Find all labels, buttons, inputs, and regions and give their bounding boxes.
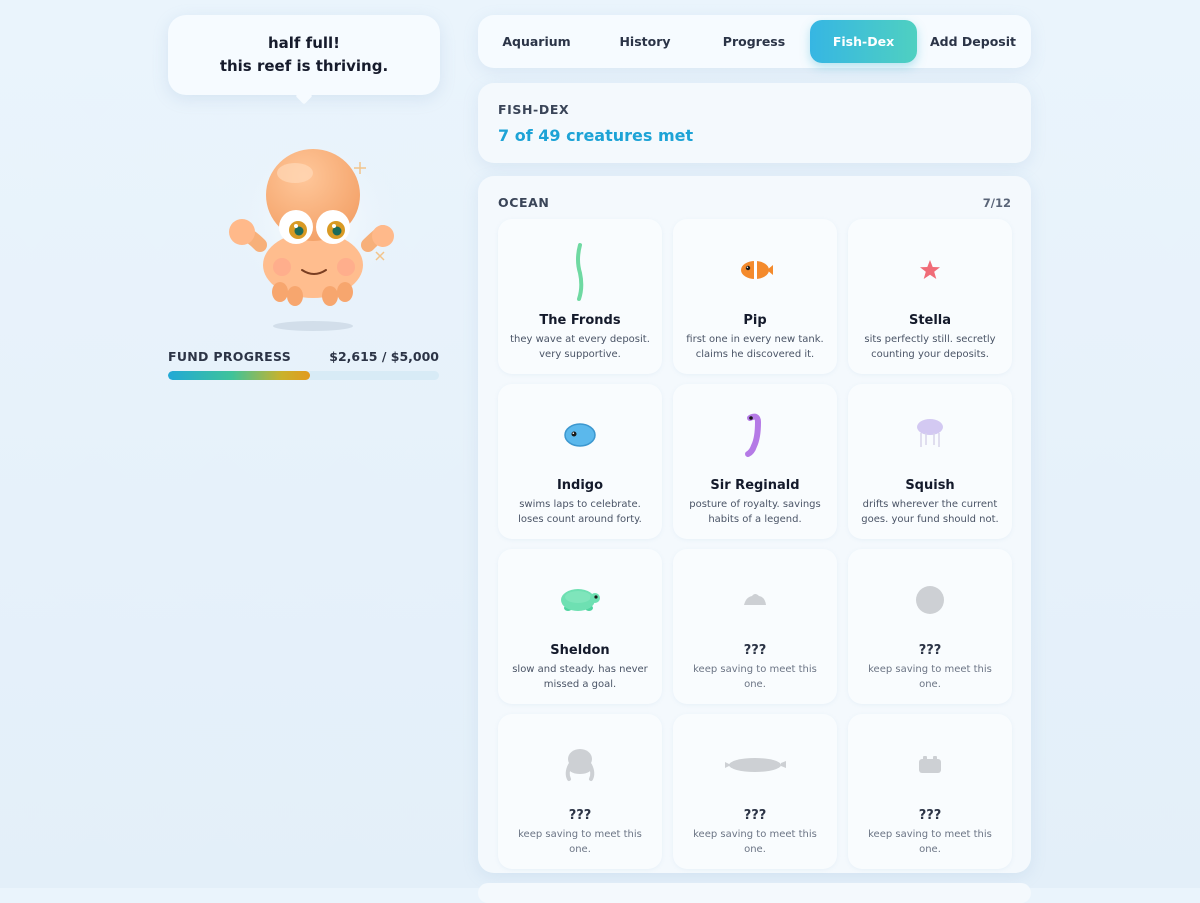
creature-desc: keep saving to meet this one. [693, 829, 817, 855]
creature-name: ??? [918, 643, 942, 658]
fund-progress-bar [168, 371, 439, 380]
creature-desc: posture of royalty. savings habits of a … [689, 499, 821, 525]
fund-progress-fill [168, 371, 310, 380]
ocean-section: OCEAN 7/12 The Fronds they wave at every… [478, 176, 1031, 873]
creature-desc: keep saving to meet this one. [868, 664, 992, 690]
fishdex-creature-count: 7 of 49 creatures met [498, 126, 694, 145]
ocean-count: 7/12 [982, 196, 1011, 210]
creature-grid: The Fronds they wave at every deposit. v… [498, 219, 1012, 869]
creature-name: ??? [743, 808, 767, 823]
turtle-icon [561, 589, 600, 611]
creature-card[interactable]: Squish drifts wherever the current goes.… [848, 384, 1012, 539]
seahorse-icon [745, 413, 762, 457]
creature-name: ??? [743, 643, 767, 658]
creature-desc: keep saving to meet this one. [868, 829, 992, 855]
creature-card[interactable]: Sheldon slow and steady. has never misse… [498, 549, 662, 704]
creature-card[interactable]: The Fronds they wave at every deposit. v… [498, 219, 662, 374]
blue-fish-icon [564, 423, 596, 447]
fund-progress-amount: $2,615 / $5,000 [329, 349, 439, 364]
creature-desc: slow and steady. has never missed a goal… [512, 664, 648, 690]
creature-card[interactable]: Pip first one in every new tank. claims … [673, 219, 837, 374]
fund-progress-label: FUND PROGRESS [168, 349, 292, 364]
tab-history[interactable]: History [591, 20, 699, 63]
creature-desc: first one in every new tank. claims he d… [686, 334, 824, 360]
creature-desc: drifts wherever the current goes. your f… [861, 499, 999, 525]
locked-shark-icon [725, 758, 786, 772]
creature-card[interactable]: Sir Reginald posture of royalty. savings… [673, 384, 837, 539]
clownfish-icon [741, 261, 773, 279]
tab-progress[interactable]: Progress [700, 20, 808, 63]
jellyfish-icon [917, 419, 943, 447]
creature-name: Indigo [556, 478, 604, 493]
creature-desc: keep saving to meet this one. [693, 664, 817, 690]
creature-name: Sir Reginald [710, 478, 800, 493]
speech-line-2: this reef is thriving. [219, 57, 389, 75]
creature-desc: they wave at every deposit. very support… [510, 334, 650, 360]
locked-crab-icon [919, 756, 941, 773]
creature-name: Pip [743, 313, 767, 328]
fishdex-title: FISH-DEX [498, 102, 570, 117]
creature-desc: sits perfectly still. secretly counting … [864, 334, 996, 360]
fishdex-header-card: FISH-DEX 7 of 49 creatures met [478, 83, 1031, 163]
tab-aquarium[interactable]: Aquarium [483, 20, 590, 63]
creature-card-locked[interactable]: ??? keep saving to meet this one. [673, 549, 837, 704]
creature-name: Sheldon [550, 643, 610, 658]
creature-name: Squish [905, 478, 955, 493]
creature-card-locked[interactable]: ??? keep saving to meet this one. [673, 714, 837, 869]
creature-name: The Fronds [539, 313, 621, 328]
creature-card[interactable]: Stella sits perfectly still. secretly co… [848, 219, 1012, 374]
tab-add-deposit[interactable]: Add Deposit [919, 20, 1027, 63]
creature-name: Stella [908, 313, 952, 328]
ocean-title: OCEAN [498, 195, 550, 210]
creature-name: ??? [568, 808, 592, 823]
tab-bar: Aquarium History Progress Fish-Dex Add D… [478, 15, 1031, 68]
next-section-card [478, 883, 1031, 903]
locked-octopus-icon [565, 749, 595, 781]
starfish-icon [920, 260, 940, 279]
creature-desc: keep saving to meet this one. [518, 829, 642, 855]
speech-line-1: half full! [267, 34, 341, 52]
creature-card[interactable]: Indigo swims laps to celebrate. loses co… [498, 384, 662, 539]
seaweed-icon [576, 243, 584, 301]
locked-shell-icon [744, 594, 766, 605]
creature-card-locked[interactable]: ??? keep saving to meet this one. [848, 549, 1012, 704]
octopus-mascot-icon [225, 140, 405, 331]
creature-name: ??? [918, 808, 942, 823]
creature-card-locked[interactable]: ??? keep saving to meet this one. [498, 714, 662, 869]
tab-fish-dex[interactable]: Fish-Dex [810, 20, 917, 63]
creature-card-locked[interactable]: ??? keep saving to meet this one. [848, 714, 1012, 869]
creature-desc: swims laps to celebrate. loses count aro… [518, 499, 642, 525]
locked-pufferfish-icon [916, 586, 944, 614]
speech-bubble: half full! this reef is thriving. [168, 15, 440, 95]
